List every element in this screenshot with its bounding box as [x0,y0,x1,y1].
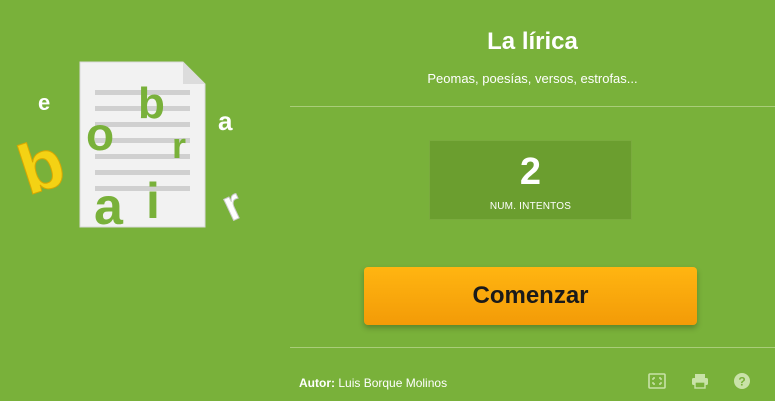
help-icon[interactable]: ? [733,372,751,390]
activity-illustration: e b b o a r r a i [0,40,290,250]
letter-e: e [38,90,50,115]
letter-a-bottom: a [94,178,124,236]
divider-top [290,106,775,107]
divider-bottom [290,347,775,348]
author-name: Luis Borque Molinos [338,376,448,390]
letter-r-right: r [214,179,250,231]
fullscreen-icon[interactable] [648,372,666,390]
page-title: La lírica [487,28,578,55]
author-credit: Autor: Luis Borque Molinos [299,376,447,390]
print-icon[interactable] [691,372,709,390]
attempts-label: NUM. INTENTOS [489,201,572,212]
page-subtitle: Peomas, poesías, versos, estrofas... [427,71,638,86]
letter-i: i [146,173,160,229]
attempts-count: 2 [519,151,542,193]
letter-r-page: r [172,125,186,166]
attempts-panel: 2 NUM. INTENTOS [429,140,632,220]
start-button[interactable]: Comenzar [364,267,697,325]
author-label: Autor: [299,376,335,390]
letter-b-white: b [138,79,165,128]
letter-o: o [86,108,114,160]
svg-text:?: ? [738,375,745,389]
letter-b-yellow: b [9,122,74,209]
letter-a-right: a [218,106,233,136]
